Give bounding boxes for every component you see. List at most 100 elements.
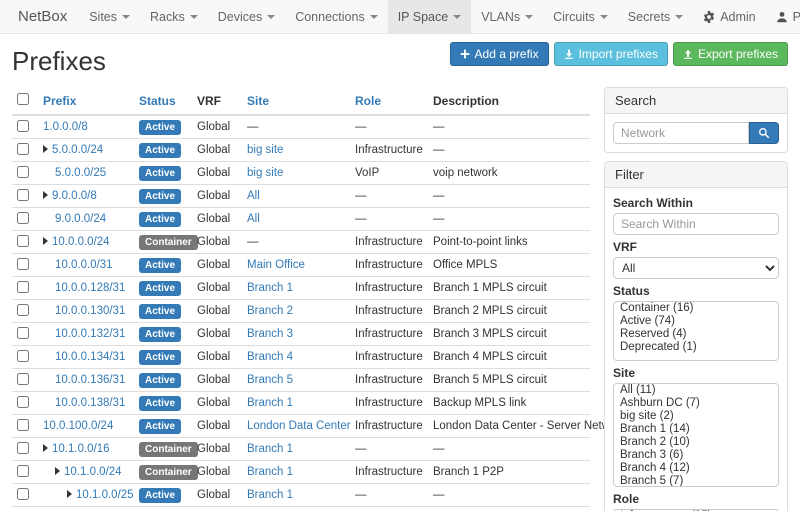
filter-option[interactable]: Deprecated (1) [614, 341, 778, 354]
site-link[interactable]: Branch 1 [247, 282, 293, 294]
expand-arrow-icon[interactable] [55, 467, 60, 475]
row-checkbox[interactable] [17, 373, 29, 385]
row-checkbox[interactable] [17, 488, 29, 500]
nav-item-secrets[interactable]: Secrets [618, 0, 693, 33]
column-header-status[interactable]: Status [134, 87, 192, 115]
row-checkbox[interactable] [17, 442, 29, 454]
filter-option[interactable]: Active (74) [614, 315, 778, 328]
column-header-prefix[interactable]: Prefix [38, 87, 134, 115]
nav-item-sites[interactable]: Sites [79, 0, 140, 33]
filter-option[interactable]: Branch 1 (14) [614, 423, 778, 436]
search-input[interactable] [613, 122, 749, 144]
export-prefixes-button[interactable]: Export prefixes [673, 42, 788, 66]
prefix-link[interactable]: 5.0.0.0/25 [55, 167, 106, 179]
row-checkbox[interactable] [17, 189, 29, 201]
row-checkbox[interactable] [17, 143, 29, 155]
vrf-select[interactable]: All [613, 257, 779, 279]
expand-arrow-icon[interactable] [43, 444, 48, 452]
site-link[interactable]: All [247, 213, 260, 225]
select-all-checkbox[interactable] [17, 93, 29, 105]
prefix-link[interactable]: 10.0.0.130/31 [55, 305, 125, 317]
prefix-link[interactable]: 10.0.0.0/24 [52, 236, 110, 248]
site-link[interactable]: Branch 3 [247, 328, 293, 340]
nav-item-devices[interactable]: Devices [208, 0, 285, 33]
prefix-link[interactable]: 9.0.0.0/24 [55, 213, 106, 225]
site-link[interactable]: Branch 4 [247, 351, 293, 363]
row-checkbox[interactable] [17, 120, 29, 132]
table-row: 10.1.0.0/16ContainerGlobalBranch 1—— [12, 438, 590, 461]
site-link[interactable]: big site [247, 167, 283, 179]
nav-item-circuits[interactable]: Circuits [543, 0, 618, 33]
site-link[interactable]: Branch 1 [247, 397, 293, 409]
filter-option[interactable]: Container (16) [614, 302, 778, 315]
prefix-link[interactable]: 10.1.0.0/25 [76, 489, 134, 501]
filter-option[interactable]: Branch 5 (7) [614, 475, 778, 487]
site-link[interactable]: Branch 1 [247, 466, 293, 478]
row-checkbox[interactable] [17, 327, 29, 339]
row-checkbox[interactable] [17, 304, 29, 316]
brand[interactable]: NetBox [6, 0, 79, 33]
status-badge: Active [139, 281, 181, 296]
column-header-role[interactable]: Role [350, 87, 428, 115]
add-a-prefix-button[interactable]: Add a prefix [450, 42, 549, 66]
expand-arrow-icon[interactable] [43, 145, 48, 153]
expand-arrow-icon[interactable] [43, 191, 48, 199]
row-checkbox[interactable] [17, 258, 29, 270]
prefix-link[interactable]: 5.0.0.0/24 [52, 144, 103, 156]
filter-option[interactable]: Branch 4 (12) [614, 462, 778, 475]
prefix-link[interactable]: 9.0.0.0/8 [52, 190, 97, 202]
filter-option[interactable]: Ashburn DC (7) [614, 397, 778, 410]
site-link[interactable]: Branch 2 [247, 305, 293, 317]
filter-option[interactable]: big site (2) [614, 410, 778, 423]
prefix-indent: 5.0.0.0/25 [43, 167, 106, 179]
nav-item-admin[interactable]: Admin [693, 0, 765, 33]
row-checkbox[interactable] [17, 419, 29, 431]
nav-item-vlans[interactable]: VLANs [471, 0, 543, 33]
row-checkbox[interactable] [17, 235, 29, 247]
row-checkbox[interactable] [17, 166, 29, 178]
nav-item-connections[interactable]: Connections [285, 0, 388, 33]
site-link[interactable]: big site [247, 144, 283, 156]
prefix-link[interactable]: 10.0.100.0/24 [43, 420, 113, 432]
prefix-link[interactable]: 10.1.0.0/16 [52, 443, 110, 455]
prefix-link[interactable]: 1.0.0.0/8 [43, 121, 88, 133]
search-within-input[interactable] [613, 213, 779, 235]
row-checkbox[interactable] [17, 350, 29, 362]
site-filter-list[interactable]: All (11)Ashburn DC (7)big site (2)Branch… [613, 383, 779, 487]
site-link[interactable]: Branch 5 [247, 374, 293, 386]
vrf-cell: Global [192, 415, 242, 438]
search-button[interactable] [749, 122, 779, 144]
nav-item-ip-space[interactable]: IP Space [388, 0, 472, 33]
row-checkbox[interactable] [17, 465, 29, 477]
prefix-link[interactable]: 10.0.0.0/31 [55, 259, 113, 271]
status-badge: Active [139, 212, 181, 227]
prefix-link[interactable]: 10.0.0.138/31 [55, 397, 125, 409]
site-link[interactable]: Branch 1 [247, 443, 293, 455]
filter-option[interactable]: Branch 3 (6) [614, 449, 778, 462]
column-header-site[interactable]: Site [242, 87, 350, 115]
prefix-link[interactable]: 10.0.0.132/31 [55, 328, 125, 340]
row-checkbox[interactable] [17, 396, 29, 408]
expand-arrow-icon[interactable] [43, 237, 48, 245]
site-link[interactable]: London Data Center [247, 420, 351, 432]
row-checkbox[interactable] [17, 281, 29, 293]
prefix-link[interactable]: 10.0.0.136/31 [55, 374, 125, 386]
row-checkbox[interactable] [17, 212, 29, 224]
filter-option[interactable]: Reserved (4) [614, 328, 778, 341]
vrf-cell: Global [192, 139, 242, 162]
site-link[interactable]: Main Office [247, 259, 305, 271]
role-cell: Infrastructure [350, 254, 428, 277]
prefix-link[interactable]: 10.1.0.0/24 [64, 466, 122, 478]
prefix-indent: 10.1.0.0/16 [43, 443, 110, 455]
prefix-link[interactable]: 10.0.0.128/31 [55, 282, 125, 294]
prefix-link[interactable]: 10.0.0.134/31 [55, 351, 125, 363]
nav-item-racks[interactable]: Racks [140, 0, 208, 33]
nav-item-profile[interactable]: Profile [766, 0, 800, 33]
expand-arrow-icon[interactable] [67, 490, 72, 498]
filter-option[interactable]: All (11) [614, 384, 778, 397]
status-filter-list[interactable]: Container (16)Active (74)Reserved (4)Dep… [613, 301, 779, 361]
filter-option[interactable]: Branch 2 (10) [614, 436, 778, 449]
site-link[interactable]: All [247, 190, 260, 202]
site-link[interactable]: Branch 1 [247, 489, 293, 501]
import-prefixes-button[interactable]: Import prefixes [554, 42, 668, 66]
